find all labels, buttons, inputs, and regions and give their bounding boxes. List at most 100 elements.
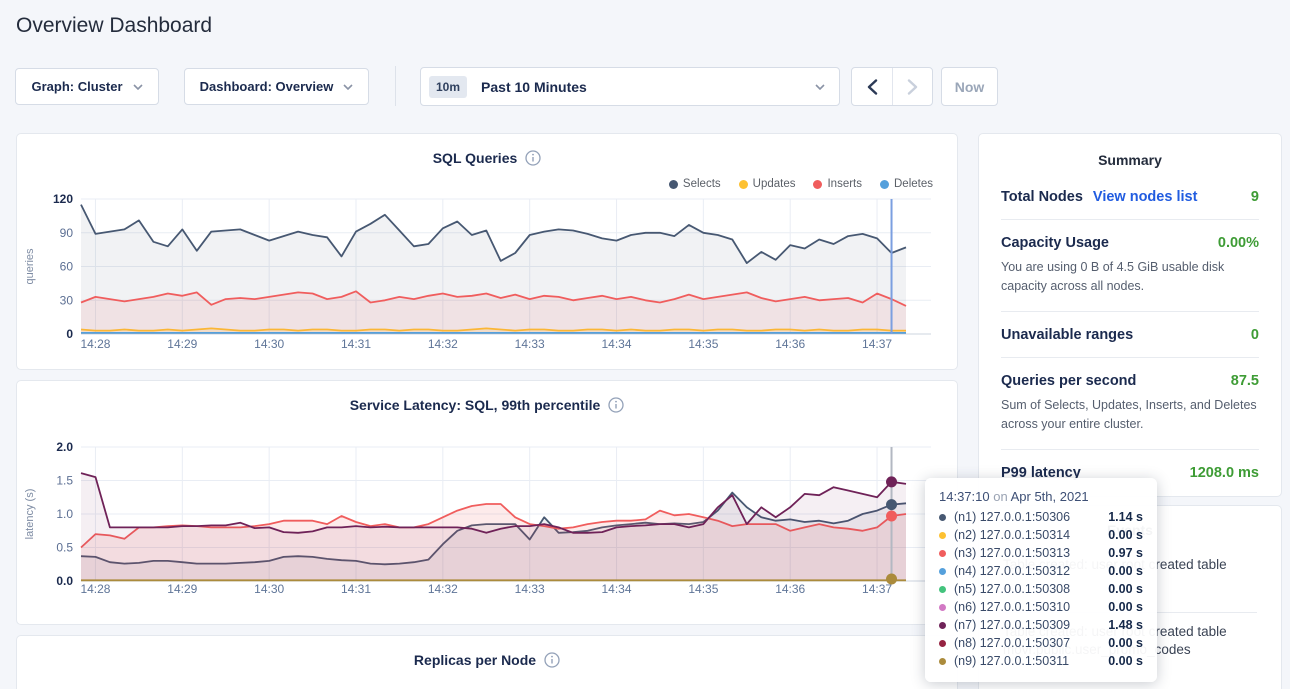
time-back-button[interactable] (852, 68, 892, 105)
time-range-dropdown[interactable]: 10m Past 10 Minutes (420, 67, 840, 106)
svg-text:1.0: 1.0 (56, 507, 73, 521)
svg-text:120: 120 (53, 192, 73, 206)
total-nodes-value: 9 (1251, 189, 1259, 205)
svg-text:14:29: 14:29 (167, 337, 197, 351)
sql-queries-panel: SQL Queries SelectsUpdatesInsertsDeletes… (16, 133, 958, 370)
now-button-label: Now (955, 79, 985, 95)
time-forward-button[interactable] (892, 68, 932, 105)
svg-text:1.5: 1.5 (56, 474, 73, 488)
tooltip-row: (n8) 127.0.0.1:503070.00 s (939, 634, 1143, 652)
tooltip-row: (n1) 127.0.0.1:50306 1.14 s (939, 508, 1143, 526)
info-icon[interactable] (544, 652, 560, 668)
node-address: (n5) 127.0.0.1:50308 (954, 582, 1102, 596)
summary-row-capacity: Capacity Usage 0.00% You are using 0 B o… (1001, 220, 1259, 312)
sql-queries-chart[interactable]: 14:2814:2914:3014:3114:3214:3314:3414:35… (17, 173, 959, 359)
tooltip-row: (n3) 127.0.0.1:50313 0.97 s (939, 544, 1143, 562)
series-dot (939, 532, 946, 539)
replicas-title: Replicas per Node (17, 652, 957, 668)
node-address: (n1) 127.0.0.1:50306 (954, 510, 1102, 524)
node-latency-value: 0.00 s (1108, 564, 1143, 578)
svg-text:14:31: 14:31 (341, 582, 371, 596)
now-button[interactable]: Now (941, 67, 998, 106)
tooltip-row: (n2) 127.0.0.1:503140.00 s (939, 526, 1143, 544)
p99-latency-value: 1208.0 ms (1190, 465, 1259, 481)
node-address: (n4) 127.0.0.1:50312 (954, 564, 1102, 578)
controls-divider (395, 66, 396, 106)
node-address: (n8) 127.0.0.1:50307 (954, 636, 1102, 650)
svg-text:90: 90 (60, 226, 74, 240)
svg-text:14:32: 14:32 (428, 582, 458, 596)
tooltip-on: on (993, 489, 1007, 504)
node-address: (n9) 127.0.0.1:50311 (954, 654, 1102, 668)
series-dot (939, 514, 946, 521)
svg-text:queries: queries (24, 248, 36, 285)
service-latency-panel: Service Latency: SQL, 99th percentile 14… (16, 380, 958, 625)
node-latency-value: 0.00 s (1108, 582, 1143, 596)
unavailable-ranges-value: 0 (1251, 327, 1259, 343)
node-address: (n2) 127.0.0.1:50314 (954, 528, 1102, 542)
series-dot (939, 640, 946, 647)
node-latency-value: 1.48 s (1108, 618, 1143, 632)
svg-text:60: 60 (60, 260, 74, 274)
series-dot (939, 622, 946, 629)
sql-queries-title: SQL Queries (17, 150, 957, 166)
capacity-usage-value: 0.00% (1218, 235, 1259, 251)
summary-row-unavailable: Unavailable ranges 0 (1001, 312, 1259, 358)
svg-text:14:35: 14:35 (688, 337, 718, 351)
chevron-down-icon (815, 84, 825, 90)
chevron-down-icon (343, 84, 353, 90)
qps-value: 87.5 (1231, 373, 1259, 389)
latency-chart-tooltip: 14:37:10 on Apr 5th, 2021 (n1) 127.0.0.1… (925, 478, 1157, 682)
replicas-panel: Replicas per Node (16, 635, 958, 689)
summary-header: Summary (979, 134, 1281, 174)
svg-text:latency (s): latency (s) (24, 489, 36, 540)
svg-text:14:37: 14:37 (862, 337, 892, 351)
node-latency-value: 0.00 s (1108, 600, 1143, 614)
svg-text:14:37: 14:37 (862, 582, 892, 596)
page-title: Overview Dashboard (16, 14, 212, 38)
overview-dashboard-page: Overview Dashboard Graph: Cluster Dashbo… (0, 0, 1290, 689)
unavailable-ranges-label: Unavailable ranges (1001, 327, 1133, 343)
svg-text:14:34: 14:34 (602, 337, 632, 351)
svg-text:0.5: 0.5 (56, 541, 73, 555)
qps-label: Queries per second (1001, 373, 1136, 389)
view-nodes-list-link[interactable]: View nodes list (1093, 189, 1198, 205)
svg-text:14:36: 14:36 (775, 582, 805, 596)
svg-text:14:31: 14:31 (341, 337, 371, 351)
svg-text:14:30: 14:30 (254, 582, 284, 596)
info-icon[interactable] (525, 150, 541, 166)
tooltip-row: (n6) 127.0.0.1:50310 0.00 s (939, 598, 1143, 616)
dashboard-dropdown[interactable]: Dashboard: Overview (184, 68, 369, 105)
svg-text:14:29: 14:29 (167, 582, 197, 596)
svg-text:14:33: 14:33 (515, 582, 545, 596)
summary-row-qps: Queries per second 87.5 Sum of Selects, … (1001, 358, 1259, 450)
series-dot (939, 604, 946, 611)
series-dot (939, 586, 946, 593)
tooltip-rows: (n1) 127.0.0.1:50306 1.14 s (n2) 127.0.0.1… (939, 508, 1143, 670)
svg-text:14:34: 14:34 (602, 582, 632, 596)
info-icon[interactable] (608, 397, 624, 413)
dashboard-dropdown-label: Dashboard: Overview (200, 79, 334, 94)
svg-text:14:28: 14:28 (80, 337, 110, 351)
time-shift-buttons (851, 67, 933, 106)
svg-text:0.0: 0.0 (56, 574, 73, 588)
service-latency-title: Service Latency: SQL, 99th percentile (17, 397, 957, 413)
series-dot (939, 568, 946, 575)
time-range-label: Past 10 Minutes (481, 79, 815, 95)
svg-text:14:28: 14:28 (80, 582, 110, 596)
svg-text:14:33: 14:33 (515, 337, 545, 351)
svg-text:30: 30 (60, 293, 74, 307)
node-address: (n6) 127.0.0.1:50310 (954, 600, 1102, 614)
node-address: (n3) 127.0.0.1:50313 (954, 546, 1102, 560)
node-address: (n7) 127.0.0.1:50309 (954, 618, 1102, 632)
node-latency-value: 0.97 s (1108, 546, 1143, 560)
tooltip-time: 14:37:10 (939, 489, 990, 504)
series-dot (939, 550, 946, 557)
svg-text:14:36: 14:36 (775, 337, 805, 351)
service-latency-chart[interactable]: 14:2814:2914:3014:3114:3214:3314:3414:35… (17, 421, 959, 603)
tooltip-timestamp: 14:37:10 on Apr 5th, 2021 (939, 489, 1143, 504)
series-dot (939, 658, 946, 665)
chevron-down-icon (133, 84, 143, 90)
graph-dropdown[interactable]: Graph: Cluster (15, 68, 159, 105)
node-latency-value: 1.14 s (1108, 510, 1143, 524)
